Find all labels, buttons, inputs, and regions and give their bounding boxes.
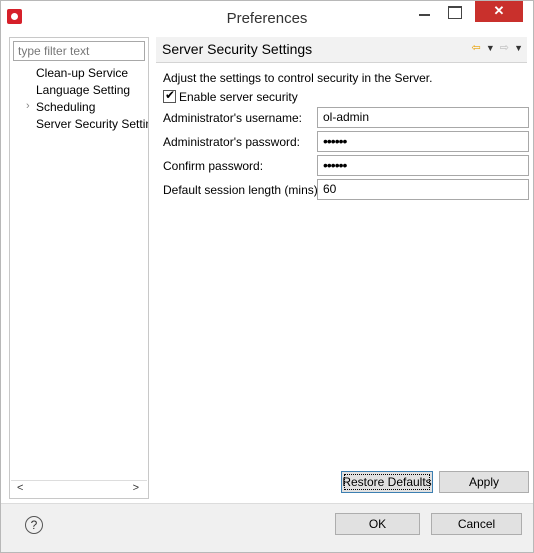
restore-defaults-button[interactable]: Restore Defaults xyxy=(341,471,433,493)
username-label: Administrator's username: xyxy=(163,111,303,125)
close-button[interactable]: ✕ xyxy=(475,1,523,22)
apply-button[interactable]: Apply xyxy=(439,471,529,493)
password-field[interactable]: •••••• xyxy=(317,131,529,152)
enable-security-label: Enable server security xyxy=(179,90,298,104)
apply-label: Apply xyxy=(468,475,500,489)
restore-defaults-label: Restore Defaults xyxy=(342,475,432,489)
title-bar[interactable]: Preferences ✕ xyxy=(1,1,533,35)
username-field[interactable]: ol-admin xyxy=(317,107,529,128)
confirm-password-field[interactable]: •••••• xyxy=(317,155,529,176)
tree-item-clean-up-service[interactable]: Clean-up Service xyxy=(36,66,148,80)
maximize-button[interactable] xyxy=(439,1,469,23)
page-title: Server Security Settings xyxy=(162,41,313,57)
preference-tree-pane: Clean-up Service Language Setting › Sche… xyxy=(9,37,149,499)
history-nav: ⇦ ▼ ⇨ ▼ xyxy=(470,41,523,54)
password-label: Administrator's password: xyxy=(163,135,301,149)
tree-item-language-setting[interactable]: Language Setting xyxy=(36,83,148,97)
tree-item-scheduling[interactable]: Scheduling xyxy=(36,100,148,114)
cancel-label: Cancel xyxy=(457,517,496,531)
ok-button[interactable]: OK xyxy=(335,513,420,535)
view-menu-icon[interactable]: ▼ xyxy=(514,43,523,53)
ok-label: OK xyxy=(368,517,387,531)
session-length-field[interactable]: 60 xyxy=(317,179,529,200)
enable-security-checkbox[interactable] xyxy=(163,88,176,103)
cancel-button[interactable]: Cancel xyxy=(431,513,522,535)
minimize-button[interactable] xyxy=(409,1,439,23)
page-description: Adjust the settings to control security … xyxy=(163,71,433,85)
tree-item-server-security-settings[interactable]: Server Security Settings xyxy=(36,117,148,131)
page-header: Server Security Settings ⇦ ▼ ⇨ ▼ xyxy=(156,37,527,63)
horizontal-scrollbar[interactable]: < > xyxy=(11,480,147,497)
expand-chevron-icon[interactable]: › xyxy=(26,100,30,112)
preferences-window: Preferences ✕ Clean-up Service Language … xyxy=(0,0,534,553)
confirm-password-label: Confirm password: xyxy=(163,159,264,173)
session-length-label: Default session length (mins): xyxy=(163,183,322,197)
dialog-footer: ? OK Cancel xyxy=(1,504,533,552)
filter-input[interactable] xyxy=(13,41,145,61)
scroll-right-icon[interactable]: > xyxy=(133,482,139,494)
back-dropdown-icon[interactable]: ▼ xyxy=(486,43,495,53)
help-icon[interactable]: ? xyxy=(25,516,43,534)
enable-security-row[interactable]: Enable server security xyxy=(163,88,298,104)
back-arrow-icon[interactable]: ⇦ xyxy=(472,42,481,54)
forward-arrow-icon[interactable]: ⇨ xyxy=(500,42,509,54)
scroll-left-icon[interactable]: < xyxy=(17,482,23,494)
